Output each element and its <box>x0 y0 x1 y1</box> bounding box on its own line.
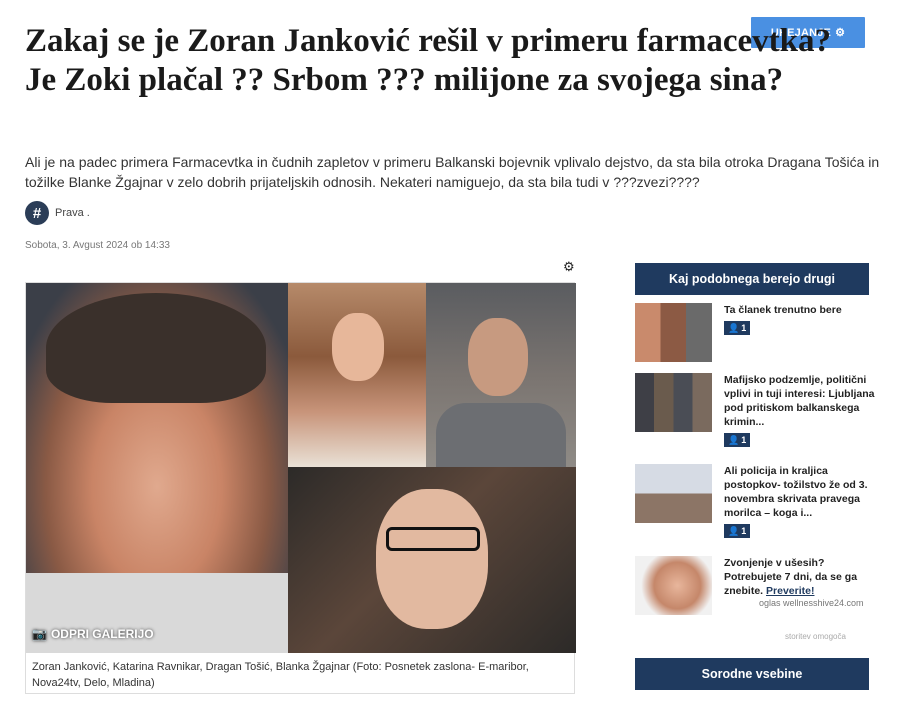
author[interactable]: # Prava . <box>25 201 90 225</box>
list-item[interactable]: Mafijsko podzemlje, politični vplivi in … <box>635 373 875 448</box>
ad-link[interactable]: Preverite! <box>766 585 814 597</box>
camera-icon: 📷 <box>32 627 47 641</box>
author-name: Prava . <box>55 207 90 219</box>
sponsor-note: storitev omogoča <box>785 632 846 641</box>
list-item-title: Ali policija in kraljica postopkov- toži… <box>724 465 868 519</box>
user-icon: 👤 <box>728 322 740 333</box>
photo-bottom-right <box>288 467 576 653</box>
list-item[interactable]: Ta članek trenutno bere 👤 1 <box>635 303 875 362</box>
user-icon: 👤 <box>728 525 740 536</box>
thumbnail <box>635 373 712 432</box>
ad-thumbnail <box>635 556 712 615</box>
gear-icon[interactable]: ⚙ <box>563 259 575 275</box>
sidebar-header[interactable]: Kaj podobnega berejo drugi <box>635 263 869 295</box>
list-item-title: Ta članek trenutno bere <box>724 304 842 316</box>
article-lead: Ali je na padec primera Farmacevtka in č… <box>25 154 880 190</box>
thumbnail <box>635 464 712 523</box>
open-gallery-label: ODPRI GALERIJO <box>50 627 154 641</box>
list-item[interactable]: Ali policija in kraljica postopkov- toži… <box>635 464 875 539</box>
user-icon: 👤 <box>728 434 740 445</box>
hashtag-icon: # <box>25 201 49 225</box>
ad-source[interactable]: oglas wellnesshive24.com <box>759 598 864 608</box>
open-gallery-button[interactable]: 📷 ODPRI GALERIJO <box>32 627 154 641</box>
article-gallery: 📷 ODPRI GALERIJO Zoran Janković, Katarin… <box>25 282 576 694</box>
readers-badge: 👤 1 <box>724 433 751 447</box>
gallery-caption: Zoran Janković, Katarina Ravnikar, Draga… <box>32 661 529 689</box>
list-item-title: Mafijsko podzemlje, politični vplivi in … <box>724 374 875 428</box>
photo-top-middle <box>288 283 426 467</box>
photo-left <box>26 283 288 653</box>
related-content-button[interactable]: Sorodne vsebine <box>635 658 869 690</box>
gallery-image[interactable]: 📷 ODPRI GALERIJO <box>26 283 576 653</box>
page-title: Zakaj se je Zoran Janković rešil v prime… <box>25 23 831 98</box>
photo-top-right <box>426 283 576 467</box>
readers-badge: 👤 1 <box>724 321 751 335</box>
thumbnail <box>635 303 712 362</box>
article-date: Sobota, 3. Avgust 2024 ob 14:33 <box>25 240 170 251</box>
readers-badge: 👤 1 <box>724 524 751 538</box>
